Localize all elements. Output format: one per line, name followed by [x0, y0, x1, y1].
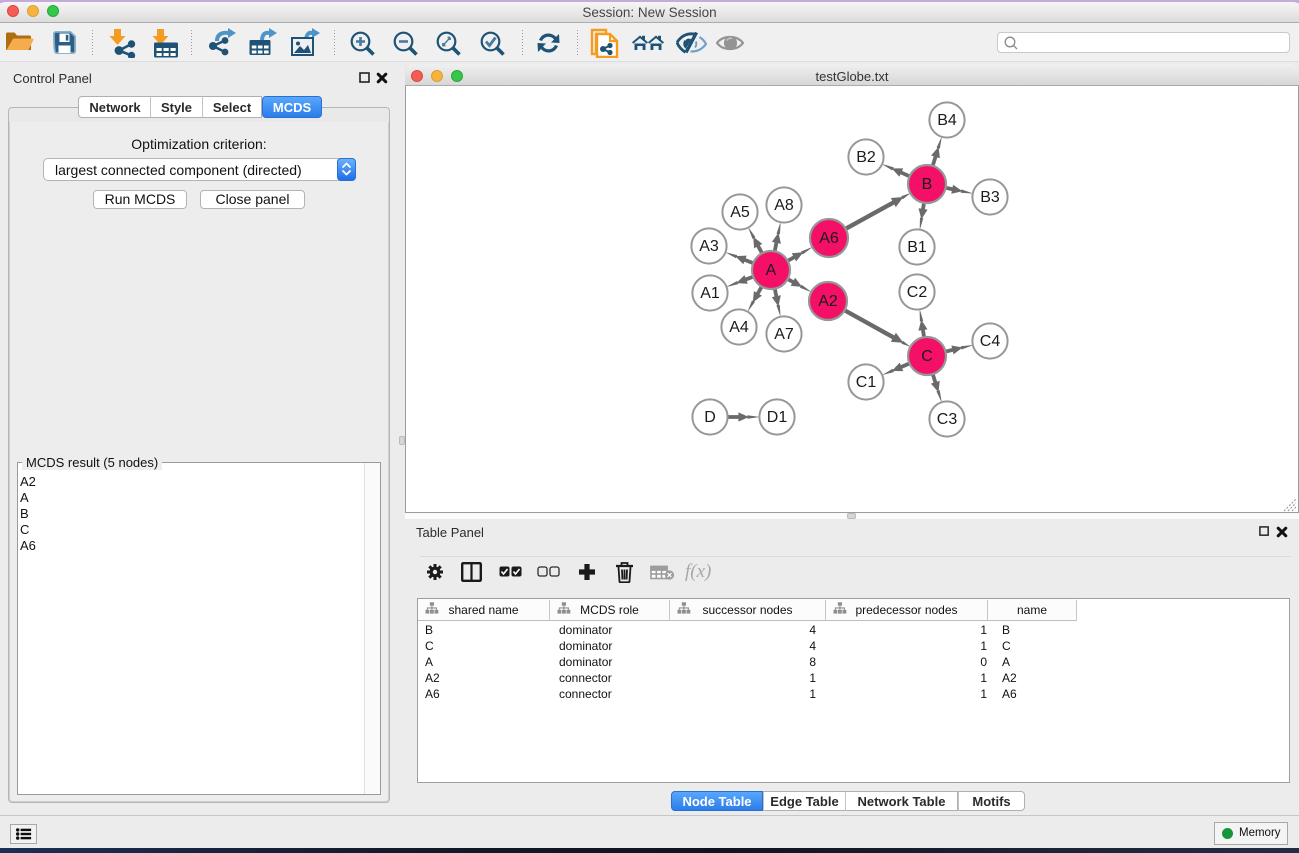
svg-text:C2: C2 — [907, 284, 928, 301]
svg-text:A2: A2 — [818, 293, 838, 310]
svg-text:B3: B3 — [980, 189, 1000, 206]
svg-text:B2: B2 — [856, 149, 876, 166]
svg-text:A5: A5 — [730, 204, 750, 221]
svg-text:C3: C3 — [937, 411, 958, 428]
svg-text:A: A — [766, 262, 777, 279]
svg-text:C: C — [921, 348, 933, 365]
svg-text:B: B — [922, 176, 933, 193]
svg-text:B1: B1 — [907, 239, 927, 256]
svg-text:A8: A8 — [774, 197, 794, 214]
svg-text:D1: D1 — [767, 409, 788, 426]
svg-text:A3: A3 — [699, 238, 719, 255]
svg-text:A4: A4 — [729, 319, 749, 336]
svg-text:C4: C4 — [980, 333, 1001, 350]
svg-text:A7: A7 — [774, 326, 794, 343]
svg-text:A6: A6 — [819, 230, 839, 247]
svg-text:C1: C1 — [856, 374, 877, 391]
svg-text:B4: B4 — [937, 112, 957, 129]
svg-text:A1: A1 — [700, 285, 720, 302]
svg-text:D: D — [704, 409, 716, 426]
